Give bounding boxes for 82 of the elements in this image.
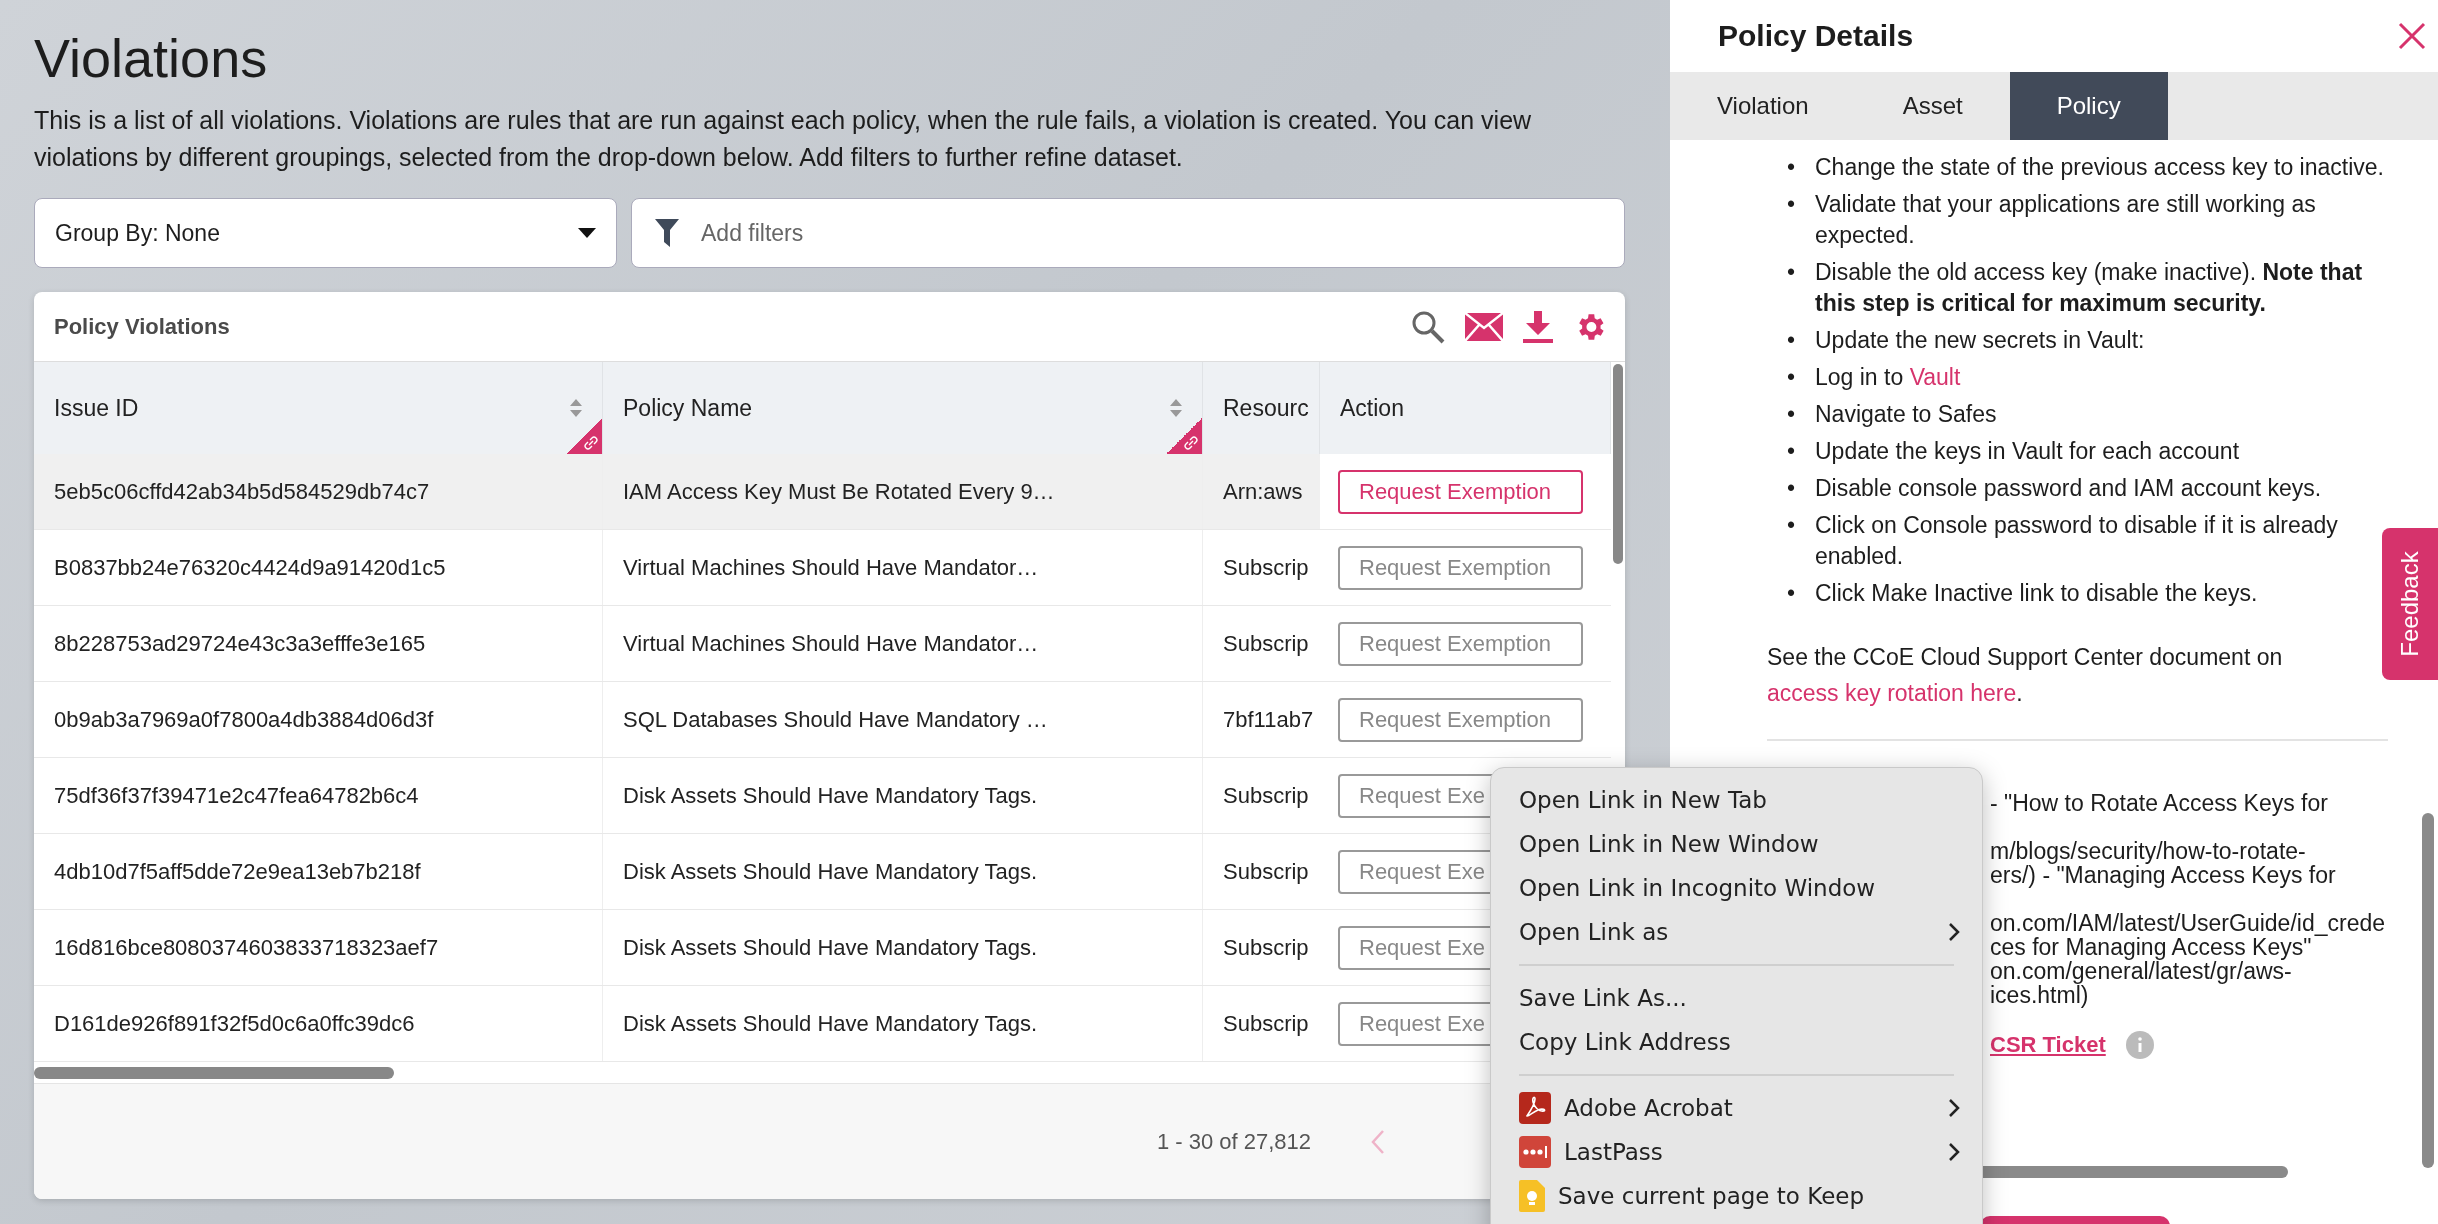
bullet: • <box>1787 153 1797 182</box>
feedback-button[interactable]: Feedback <box>2382 528 2438 680</box>
bullet: • <box>1787 511 1797 540</box>
step-text: Disable the old access key (make inactive). Note that this step is critical for maximum security. <box>1815 259 2363 316</box>
menu-item[interactable]: LastPass <box>1491 1130 1982 1174</box>
step-text: Navigate to Safes <box>1815 401 1997 427</box>
chevron-right-icon <box>1948 922 1960 942</box>
menu-item-label: Open Link in Incognito Window <box>1519 875 1876 901</box>
acrobat-icon <box>1519 1092 1551 1124</box>
vault-link[interactable]: Vault <box>1909 364 1961 390</box>
reference-text: ers/) - "Managing Access Keys for <box>1990 863 2337 887</box>
request-exemption-button[interactable]: Request Exemption <box>1338 697 1583 742</box>
rotation-link[interactable]: access key rotation here <box>1767 680 2017 706</box>
step-text: Click on Console password to disable if it is already enabled. <box>1815 512 2338 569</box>
caret-icon <box>578 228 596 238</box>
sort-icon <box>1170 399 1182 417</box>
table-cell: 8b228753ad29724e43c3a3efffe3e165 <box>34 606 603 681</box>
table-cell: 16d816bce8080374603833718323aef7 <box>34 910 603 985</box>
reference-text: on.com/IAM/latest/UserGuide/id_crede <box>1990 911 2386 935</box>
page-title: Violations <box>34 27 269 90</box>
bullet: • <box>1787 474 1797 503</box>
menu-item-label: LastPass <box>1564 1139 1663 1165</box>
reference-text: ices.html) <box>1990 983 2089 1007</box>
panel-tab[interactable]: Asset <box>1855 72 2010 140</box>
panel-tab[interactable]: Policy <box>2009 72 2168 140</box>
bullet: • <box>1787 363 1797 392</box>
menu-item-label: Save current page to Keep <box>1558 1183 1865 1209</box>
table-cell: IAM Access Key Must Be Rotated Every 9… <box>603 454 1203 529</box>
table-cell: B0837bb24e76320c4424d9a91420d1c5 <box>34 530 603 605</box>
menu-item-label: Copy Link Address <box>1519 1029 1731 1055</box>
download-button[interactable] <box>1523 310 1553 343</box>
step-text: Validate that your applications are still working as expected. <box>1815 191 2316 248</box>
close-button[interactable] <box>2398 22 2426 50</box>
menu-item[interactable]: Adobe Acrobat <box>1491 1086 1982 1130</box>
table-cell: 5eb5c06cffd42ab34b5d584529db74c7 <box>34 454 603 529</box>
request-exemption-button[interactable]: Request Exemption <box>1338 621 1583 666</box>
search-button[interactable] <box>1411 309 1445 344</box>
step-text: Click Make Inactive link to disable the keys. <box>1815 580 2258 606</box>
info-icon <box>2125 1031 2154 1059</box>
bullet: • <box>1787 437 1797 466</box>
table-cell: D161de926f891f32f5d0c6a0ffc39dc6 <box>34 986 603 1061</box>
group-by-dropdown[interactable]: Group By: None <box>34 198 617 268</box>
chevron-right-icon <box>1948 1142 1960 1162</box>
bullet: • <box>1787 579 1797 608</box>
vertical-scrollbar[interactable] <box>1613 364 1623 564</box>
bullet: • <box>1787 326 1797 355</box>
panel-tab[interactable]: Violation <box>1670 72 1856 140</box>
menu-item-label: Open Link in New Tab <box>1519 787 1767 813</box>
bullet: • <box>1787 258 1797 287</box>
menu-item[interactable]: Save current page to Keep <box>1491 1174 1982 1218</box>
menu-item-label: Open Link in New Window <box>1519 831 1819 857</box>
filter-field[interactable]: Add filters <box>631 198 1625 268</box>
step-text: Update the keys in Vault for each account <box>1815 438 2240 464</box>
sort-icon <box>570 399 582 417</box>
step-text: Update the new secrets in Vault: <box>1815 327 2145 353</box>
vertical-scrollbar[interactable] <box>2422 813 2434 1168</box>
step-text: Disable console password and IAM account keys. <box>1815 475 2322 501</box>
pagination-text: 1 - 30 of 27,812 <box>1156 1128 1311 1155</box>
csr-ticket-link[interactable]: CSR Ticket <box>1990 1032 2106 1058</box>
reference-text: - "How to Rotate Access Keys for <box>1990 791 2329 815</box>
table-cell: 0b9ab3a7969a0f7800a4db3884d06d3f <box>34 682 603 757</box>
panel-title: Policy Details <box>1718 19 1914 53</box>
request-exemption-button[interactable]: Request Exemption <box>1338 545 1583 590</box>
bullet: • <box>1787 190 1797 219</box>
bullet: • <box>1787 400 1797 429</box>
lastpass-icon <box>1519 1136 1551 1168</box>
filter-icon <box>655 219 679 247</box>
chevron-right-icon <box>1948 1098 1960 1118</box>
menu-item-label: Open Link as <box>1519 919 1669 945</box>
menu-item-label: Adobe Acrobat <box>1564 1095 1733 1121</box>
table-title: Policy Violations <box>54 313 230 340</box>
menu-item-label: Save Link As... <box>1519 985 1687 1011</box>
horizontal-scrollbar[interactable] <box>34 1066 394 1079</box>
page-description: This is a list of all violations. Violations are rules that are run against each policy, when the rule fails, a violation is created. You can view violations by different groupings, selected from the drop-down below. Add filters to further refine dataset. <box>34 105 1533 173</box>
step-text: Change the state of the previous access key to inactive. <box>1815 154 2384 180</box>
step-text: Log in to <box>1815 364 1905 390</box>
table-cell: Arn:aws <box>1203 454 1320 529</box>
request-exemption-button[interactable]: Request Exemption <box>1338 469 1583 514</box>
email-button[interactable] <box>1465 312 1503 341</box>
table-cell: 75df36f37f39471e2c47fea64782b6c4 <box>34 758 603 833</box>
table-cell: 4db10d7f5aff5dde72e9ea13eb7b218f <box>34 834 603 909</box>
keep-icon <box>1519 1180 1545 1212</box>
